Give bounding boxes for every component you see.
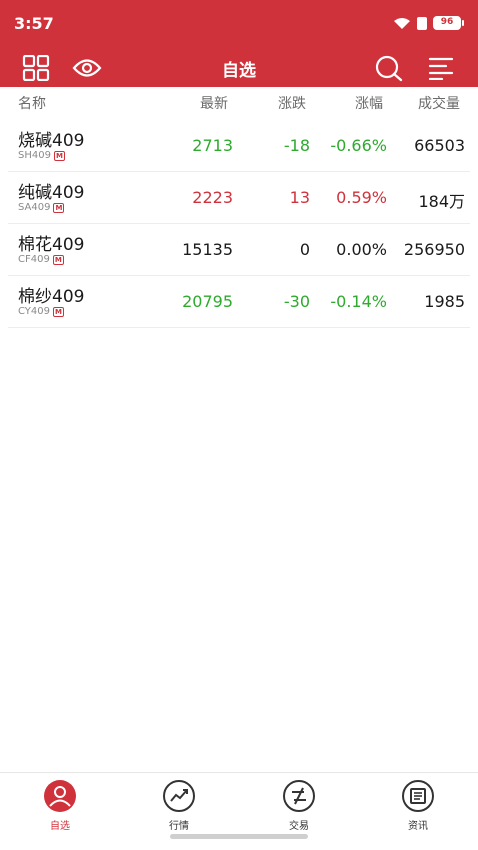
trade-icon — [283, 780, 315, 812]
list-item[interactable]: 烧碱409 SH409 M 2713 -18 -0.66% 66503 — [8, 120, 470, 172]
instrument-code: CF409 M — [18, 254, 64, 265]
volume: 66503 — [414, 136, 465, 155]
tab-watchlist[interactable]: 自选 — [20, 779, 100, 832]
tab-label: 自选 — [50, 821, 70, 832]
col-name[interactable]: 名称 — [18, 93, 46, 113]
menu-icon[interactable] — [426, 53, 456, 83]
price-change: 0 — [299, 240, 310, 259]
price-change-pct: 0.00% — [336, 240, 387, 259]
instrument-code-text: CF409 — [18, 254, 50, 265]
last-price: 15135 — [182, 240, 233, 259]
market-badge: M — [53, 202, 65, 213]
top-header: 3:57 96 自选 — [0, 0, 478, 87]
user-icon — [44, 780, 76, 812]
price-change: -30 — [283, 292, 310, 311]
column-header: 名称 最新 涨跌 涨幅 成交量 — [0, 87, 478, 119]
instrument-name: 棉纱409 — [18, 287, 85, 307]
volume: 1985 — [424, 292, 465, 311]
instrument-code: SA409 M — [18, 202, 65, 213]
home-indicator[interactable] — [170, 834, 308, 839]
col-change[interactable]: 涨跌 — [278, 93, 306, 113]
page-title: 自选 — [222, 61, 256, 81]
price-change: -18 — [283, 136, 310, 155]
status-time: 3:57 — [14, 14, 54, 33]
market-badge: M — [53, 306, 65, 317]
volume: 184万 — [418, 192, 465, 211]
price-change-pct: -0.66% — [330, 136, 387, 155]
instrument-name: 烧碱409 — [18, 131, 85, 151]
list-item[interactable]: 棉纱409 CY409 M 20795 -30 -0.14% 1985 — [8, 276, 470, 328]
col-pct[interactable]: 涨幅 — [355, 93, 383, 113]
instrument-code-text: SA409 — [18, 202, 51, 213]
tab-label: 行情 — [169, 821, 189, 832]
instrument-code: CY409 M — [18, 306, 65, 317]
price-change-pct: 0.59% — [336, 188, 387, 207]
volume: 256950 — [403, 240, 465, 259]
instrument-name: 棉花409 — [18, 235, 85, 255]
status-icons: 96 — [393, 16, 464, 30]
search-icon[interactable] — [374, 53, 404, 83]
list-item[interactable]: 棉花409 CF409 M 15135 0 0.00% 256950 — [8, 224, 470, 276]
last-price: 2223 — [192, 188, 233, 207]
tab-market[interactable]: 行情 — [139, 779, 219, 832]
col-volume[interactable]: 成交量 — [418, 93, 460, 113]
market-badge: M — [52, 254, 64, 265]
trend-icon — [163, 780, 195, 812]
instrument-code-text: CY409 — [18, 306, 51, 317]
price-change: 13 — [289, 188, 310, 207]
sim-icon — [417, 16, 427, 30]
instrument-code: SH409 M — [18, 150, 65, 161]
news-icon — [402, 780, 434, 812]
watchlist: 烧碱409 SH409 M 2713 -18 -0.66% 66503 纯碱409… — [8, 120, 470, 328]
tab-trade[interactable]: 交易 — [259, 779, 339, 832]
price-change-pct: -0.14% — [330, 292, 387, 311]
tab-label: 交易 — [289, 821, 309, 832]
tab-news[interactable]: 资讯 — [378, 779, 458, 832]
instrument-name: 纯碱409 — [18, 183, 85, 203]
last-price: 2713 — [192, 136, 233, 155]
last-price: 20795 — [182, 292, 233, 311]
battery-icon: 96 — [433, 16, 464, 30]
list-item[interactable]: 纯碱409 SA409 M 2223 13 0.59% 184万 — [8, 172, 470, 224]
instrument-code-text: SH409 — [18, 150, 51, 161]
tab-label: 资讯 — [408, 821, 428, 832]
market-badge: M — [53, 150, 65, 161]
battery-level: 96 — [433, 16, 461, 30]
col-last[interactable]: 最新 — [200, 93, 228, 113]
wifi-icon — [394, 17, 410, 29]
